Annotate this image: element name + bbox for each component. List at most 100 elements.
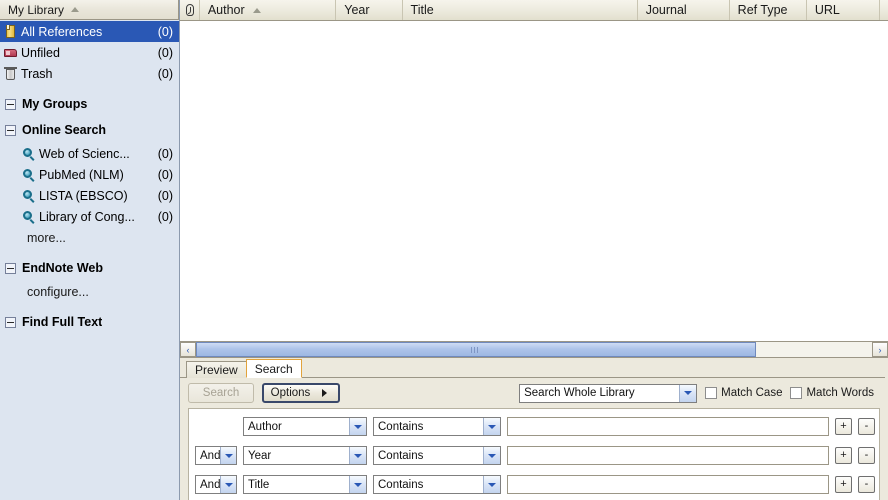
remove-row-button[interactable]: - xyxy=(858,447,875,464)
tab-preview[interactable]: Preview xyxy=(186,361,247,378)
chevron-down-icon[interactable] xyxy=(483,476,500,493)
chevron-down-icon[interactable] xyxy=(483,418,500,435)
trash-icon xyxy=(3,66,18,81)
comparator-select-value: Contains xyxy=(378,420,424,433)
reference-list-body[interactable] xyxy=(180,21,888,342)
column-header-url[interactable]: URL xyxy=(807,0,881,20)
column-header-attachment[interactable] xyxy=(180,0,200,20)
sidebar-item-label: PubMed (NLM) xyxy=(39,167,124,182)
search-toolbar: Search Options Search Whole Library Matc… xyxy=(180,378,888,408)
sort-ascending-triangle-icon xyxy=(252,7,261,13)
match-case-checkbox[interactable]: Match Case xyxy=(705,387,782,399)
online-search-icon xyxy=(22,210,36,224)
sidebar-link-configure[interactable]: configure... xyxy=(0,281,179,302)
remove-row-button[interactable]: - xyxy=(858,418,875,435)
collapse-expander-icon[interactable] xyxy=(5,262,16,274)
sidebar-group-label: My Groups xyxy=(22,97,88,111)
chevron-down-icon[interactable] xyxy=(349,476,366,493)
scroll-right-button[interactable]: › xyxy=(872,342,888,357)
column-header-year[interactable]: Year xyxy=(336,0,403,20)
sidebar-item-pubmed[interactable]: PubMed (NLM) (0) xyxy=(0,164,179,185)
sidebar-group-label: EndNote Web xyxy=(22,261,104,275)
search-term-input[interactable] xyxy=(507,475,829,494)
checkbox-box-icon[interactable] xyxy=(705,387,718,399)
comparator-select[interactable]: Contains xyxy=(373,417,501,436)
sidebar-group-online-search[interactable]: Online Search xyxy=(0,117,179,143)
search-term-input[interactable] xyxy=(507,417,829,436)
collapse-expander-icon[interactable] xyxy=(5,316,16,328)
add-row-button[interactable]: + xyxy=(835,476,852,493)
sidebar-item-trash[interactable]: Trash (0) xyxy=(0,63,179,84)
options-button[interactable]: Options xyxy=(262,383,340,403)
endnote-window: My Library All References (0) Unfiled (0… xyxy=(0,0,888,500)
sidebar-item-library-of-congress[interactable]: Library of Cong... (0) xyxy=(0,206,179,227)
search-query-rows: Author Contains + - And Year Contains + … xyxy=(188,408,880,500)
sidebar-item-unfiled[interactable]: Unfiled (0) xyxy=(0,42,179,63)
chevron-down-icon[interactable] xyxy=(483,447,500,464)
my-library-header[interactable]: My Library xyxy=(0,0,179,20)
column-header-title[interactable]: Title xyxy=(403,0,638,20)
chevron-down-icon[interactable] xyxy=(349,418,366,435)
library-sidebar: My Library All References (0) Unfiled (0… xyxy=(0,0,180,500)
chevron-down-icon[interactable] xyxy=(220,447,236,464)
search-term-input[interactable] xyxy=(507,446,829,465)
query-row: And Title Contains + - xyxy=(189,470,879,499)
collapse-expander-icon[interactable] xyxy=(5,124,16,136)
query-row: And Year Contains + - xyxy=(189,441,879,470)
online-search-icon xyxy=(22,147,36,161)
remove-row-button[interactable]: - xyxy=(858,476,875,493)
sidebar-item-lista-ebsco[interactable]: LISTA (EBSCO) (0) xyxy=(0,185,179,206)
sidebar-item-count: (0) xyxy=(157,66,173,81)
match-words-label: Match Words xyxy=(806,387,874,399)
hscrollbar-track[interactable] xyxy=(196,342,872,357)
boolean-operator-value: And xyxy=(200,478,221,491)
comparator-select[interactable]: Contains xyxy=(373,475,501,494)
hscrollbar-thumb[interactable] xyxy=(196,342,756,357)
online-search-icon xyxy=(22,168,36,182)
sidebar-item-web-of-science[interactable]: Web of Scienc... (0) xyxy=(0,143,179,164)
tree-gap xyxy=(0,248,179,255)
search-button[interactable]: Search xyxy=(188,383,254,403)
sidebar-group-find-full-text[interactable]: Find Full Text xyxy=(0,309,179,335)
sidebar-group-my-groups[interactable]: My Groups xyxy=(0,91,179,117)
field-select[interactable]: Year xyxy=(243,446,367,465)
boolean-operator-select[interactable]: And xyxy=(195,446,237,465)
sidebar-item-label: LISTA (EBSCO) xyxy=(39,188,128,203)
comparator-select[interactable]: Contains xyxy=(373,446,501,465)
scroll-left-button[interactable]: ‹ xyxy=(180,342,196,357)
search-panel: Search Options Search Whole Library Matc… xyxy=(180,377,888,500)
column-header-journal[interactable]: Journal xyxy=(638,0,730,20)
my-library-title: My Library xyxy=(8,2,65,17)
search-scope-value: Search Whole Library xyxy=(524,387,635,399)
chevron-down-icon[interactable] xyxy=(679,384,697,402)
boolean-operator-select[interactable]: And xyxy=(195,475,237,494)
sidebar-item-count: (0) xyxy=(157,188,173,203)
field-select[interactable]: Title xyxy=(243,475,367,494)
main-area: Author Year Title Journal Ref Type URL ‹ xyxy=(180,0,888,500)
collapse-expander-icon[interactable] xyxy=(5,98,16,110)
sidebar-link-more[interactable]: more... xyxy=(0,227,179,248)
match-case-label: Match Case xyxy=(721,387,783,399)
tab-search[interactable]: Search xyxy=(245,359,302,378)
field-select[interactable]: Author xyxy=(243,417,367,436)
search-scope-select[interactable]: Search Whole Library xyxy=(519,383,698,403)
tree-gap xyxy=(0,84,179,91)
column-header-ref-type[interactable]: Ref Type xyxy=(730,0,807,20)
sidebar-item-label: Library of Cong... xyxy=(39,209,135,224)
library-tree: All References (0) Unfiled (0) Trash (0)… xyxy=(0,20,179,500)
reference-list-hscrollbar[interactable]: ‹ › xyxy=(180,342,888,358)
column-header-author[interactable]: Author xyxy=(200,0,337,20)
sidebar-group-endnote-web[interactable]: EndNote Web xyxy=(0,255,179,281)
chevron-down-icon[interactable] xyxy=(220,476,236,493)
add-row-button[interactable]: + xyxy=(835,447,852,464)
chevron-down-icon[interactable] xyxy=(349,447,366,464)
add-row-button[interactable]: + xyxy=(835,418,852,435)
bottom-panel: Preview Search Search Options Search Who… xyxy=(180,358,888,500)
match-words-checkbox[interactable]: Match Words xyxy=(790,387,874,399)
column-header-label: Title xyxy=(410,3,434,17)
all-references-icon xyxy=(3,24,18,39)
checkbox-box-icon[interactable] xyxy=(790,387,803,399)
sidebar-item-all-references[interactable]: All References (0) xyxy=(0,21,179,42)
options-button-label: Options xyxy=(270,387,311,399)
column-header-label: Author xyxy=(207,3,245,17)
